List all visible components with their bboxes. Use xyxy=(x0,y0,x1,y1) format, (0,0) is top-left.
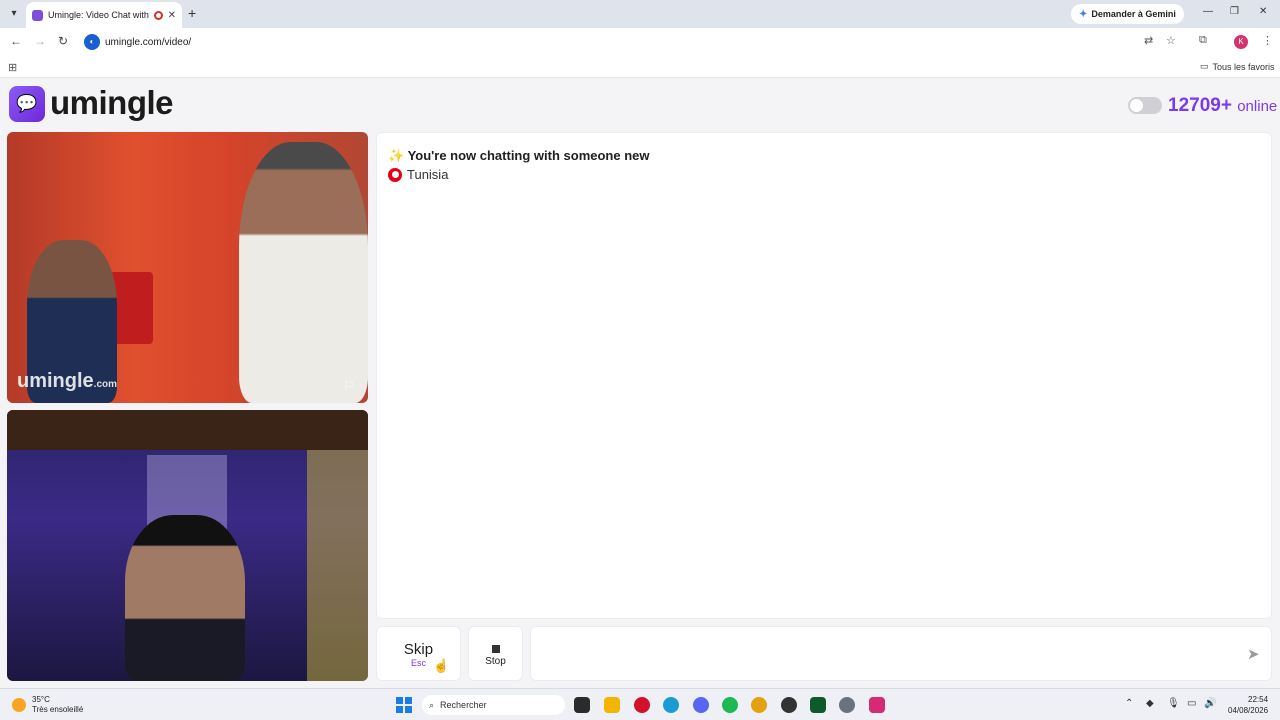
close-window-icon[interactable]: ✕ xyxy=(1259,6,1267,17)
translate-icon[interactable]: ⇄ xyxy=(1144,34,1153,47)
mouse-cursor-icon: ☝ xyxy=(433,658,450,673)
new-tab-button[interactable]: + xyxy=(188,5,196,21)
browser-menu-icon[interactable]: ⋮ xyxy=(1262,34,1273,47)
instagram-icon[interactable] xyxy=(869,697,885,713)
network-icon[interactable]: ▭ xyxy=(1187,698,1196,709)
stop-button[interactable]: Stop xyxy=(468,626,523,681)
online-counter: 12709+ online xyxy=(1168,95,1277,117)
umingle-watermark: umingle.com xyxy=(17,370,118,392)
toggle-knob xyxy=(1130,99,1143,112)
search-icon: ⌕ xyxy=(429,699,435,710)
chrome-icon[interactable] xyxy=(751,697,767,713)
reload-icon[interactable]: ↻ xyxy=(58,34,68,48)
weather-widget[interactable]: 35°C Très ensoleillé xyxy=(12,695,83,715)
country-name: Tunisia xyxy=(407,167,449,182)
report-flag-icon[interactable]: ⚐ xyxy=(343,378,355,394)
site-info-icon[interactable]: ◐ xyxy=(84,34,100,50)
profile-avatar[interactable]: K xyxy=(1234,35,1248,49)
all-bookmarks-label: Tous les favoris xyxy=(1212,61,1275,72)
stop-square-icon xyxy=(491,645,500,653)
skip-label: Skip xyxy=(403,641,434,658)
restore-icon[interactable]: ❐ xyxy=(1230,6,1239,17)
local-video xyxy=(7,410,368,681)
message-input-box xyxy=(530,626,1272,681)
obs-icon[interactable] xyxy=(781,697,797,713)
umingle-favicon-icon xyxy=(32,9,43,21)
windows-taskbar: 35°C Très ensoleillé ⌕ Rechercher ⌃ ◆ 🎙 … xyxy=(0,688,1280,720)
recording-indicator-icon xyxy=(153,10,163,20)
opera-icon[interactable] xyxy=(634,697,650,713)
sun-icon xyxy=(12,698,26,712)
theme-toggle[interactable] xyxy=(1128,97,1162,114)
task-view-icon[interactable] xyxy=(574,697,590,713)
bookmark-star-icon[interactable]: ☆ xyxy=(1166,34,1176,47)
tab-umingle[interactable]: Umingle: Video Chat with St ✕ xyxy=(26,2,182,28)
site-logo-text[interactable]: umingle xyxy=(50,84,174,122)
curtain-right xyxy=(307,450,368,681)
clock-date: 04/08/2026 xyxy=(1228,706,1269,715)
tab-search-icon[interactable]: ▾ xyxy=(6,6,22,22)
forward-icon[interactable]: → xyxy=(34,34,46,48)
all-bookmarks-button[interactable]: ▭ Tous les favoris xyxy=(1200,61,1275,72)
folder-icon: ▭ xyxy=(1200,61,1209,71)
search-placeholder: Rechercher xyxy=(440,700,487,710)
tab-title: Umingle: Video Chat with St xyxy=(48,10,149,20)
extensions-icon[interactable]: ⧉ xyxy=(1199,34,1207,47)
tray-app-icon[interactable]: ◆ xyxy=(1146,698,1154,709)
stop-label: Stop xyxy=(485,656,506,667)
windows-start-icon[interactable] xyxy=(396,697,412,713)
chat-status-message: ✨ You're now chatting with someone new xyxy=(388,148,650,164)
gemini-sparkle-icon: ✦ xyxy=(1079,8,1088,20)
gemini-button[interactable]: ✦ Demander à Gemini xyxy=(1071,4,1184,24)
temperature: 35°C xyxy=(32,695,50,704)
address-bar[interactable]: umingle.com/video/ xyxy=(105,37,191,48)
curtain-valance xyxy=(7,410,368,450)
sparkles-icon: ✨ xyxy=(388,148,405,163)
status-text: You're now chatting with someone new xyxy=(407,148,650,163)
online-label: online xyxy=(1237,98,1278,115)
back-icon[interactable]: ← xyxy=(10,34,22,48)
discord-icon[interactable] xyxy=(693,697,709,713)
send-icon[interactable]: ➤ xyxy=(1247,645,1260,663)
person-local xyxy=(125,515,245,681)
tray-chevron-icon[interactable]: ⌃ xyxy=(1125,698,1133,709)
browser-tab-strip: ▾ Umingle: Video Chat with St ✕ + ✦ Dema… xyxy=(0,0,1280,28)
terminal-app-icon[interactable] xyxy=(810,697,826,713)
tunisia-flag-icon xyxy=(388,167,402,182)
microphone-icon[interactable]: 🎙 xyxy=(1167,698,1180,709)
system-clock[interactable]: 22:54 04/08/2026 xyxy=(1228,694,1268,716)
clock-time: 22:54 xyxy=(1248,695,1269,704)
tab-close-icon[interactable]: ✕ xyxy=(168,10,176,21)
apps-grid-icon[interactable]: ⊞ xyxy=(8,61,17,74)
person-right xyxy=(239,142,368,403)
chat-panel: ✨ You're now chatting with someone new T… xyxy=(376,132,1272,619)
edge-icon[interactable] xyxy=(663,697,679,713)
minimize-icon[interactable]: — xyxy=(1203,6,1213,17)
spotify-icon[interactable] xyxy=(722,697,738,713)
file-explorer-icon[interactable] xyxy=(604,697,620,713)
online-count: 12709+ xyxy=(1168,95,1232,116)
browser-toolbar: ← → ↻ ◐ umingle.com/video/ ⇄ ☆ ⧉ ⋮ xyxy=(0,28,1280,56)
gemini-label: Demander à Gemini xyxy=(1091,9,1176,19)
partner-country: Tunisia xyxy=(388,167,448,182)
bookmarks-bar: ⊞ ▭ Tous les favoris xyxy=(0,56,1280,78)
remote-video: umingle.com ⚐ xyxy=(7,132,368,403)
message-input[interactable] xyxy=(531,627,1231,680)
umingle-logo-icon[interactable]: 💬 xyxy=(9,86,45,122)
taskbar-search[interactable]: ⌕ Rechercher xyxy=(422,695,565,715)
volume-icon[interactable]: 🔊 xyxy=(1204,698,1216,709)
weather-description: Très ensoleillé xyxy=(32,705,84,714)
settings-icon[interactable] xyxy=(839,697,855,713)
